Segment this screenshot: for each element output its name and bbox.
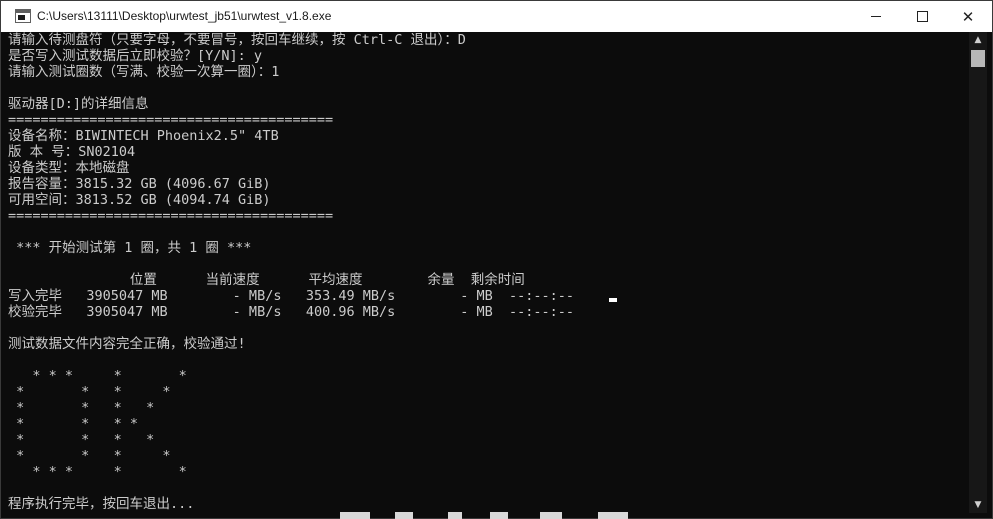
console-line: * * * * xyxy=(8,448,171,464)
title-bar[interactable]: C:\Users\13111\Desktop\urwtest_jb51\urwt… xyxy=(1,1,992,32)
console-line: 写入完毕 3905047 MB - MB/s 353.49 MB/s - MB … xyxy=(8,288,575,304)
scroll-thumb[interactable] xyxy=(971,50,985,67)
text-cursor xyxy=(609,298,617,302)
maximize-button[interactable] xyxy=(899,1,945,32)
scroll-up-arrow-icon[interactable]: ▲ xyxy=(969,32,987,48)
console-line: 可用空间：3813.52 GB (4094.74 GiB) xyxy=(8,192,271,208)
console-line: 版 本 号：SN02104 xyxy=(8,144,136,160)
console-line: 请输入测试圈数（写满、校验一次算一圈）：1 xyxy=(8,64,280,80)
window-title: C:\Users\13111\Desktop\urwtest_jb51\urwt… xyxy=(37,9,332,23)
maximize-icon xyxy=(916,11,928,22)
console-line: * * * * * xyxy=(8,368,187,384)
minimize-icon xyxy=(871,16,881,17)
console-line: 设备名称：BIWINTECH Phoenix2.5" 4TB xyxy=(8,128,279,144)
console-line: *** 开始测试第 1 圈，共 1 圈 *** xyxy=(8,240,252,256)
console-line: 校验完毕 3905047 MB - MB/s 400.96 MB/s - MB … xyxy=(8,304,575,320)
console-line: 设备类型：本地磁盘 xyxy=(8,160,130,176)
minimize-button[interactable] xyxy=(853,1,899,32)
console-line: * * * * xyxy=(8,432,155,448)
scroll-down-arrow-icon[interactable]: ▼ xyxy=(969,497,987,513)
background-window-edge xyxy=(340,512,640,519)
console-line: 位置 当前速度 平均速度 余量 剩余时间 xyxy=(8,272,525,288)
close-button[interactable]: ✕ xyxy=(945,1,991,32)
console-app-icon xyxy=(15,9,31,23)
console-line: * * * * xyxy=(8,400,155,416)
console-line: ======================================== xyxy=(8,112,334,128)
console-line: 驱动器[D:]的详细信息 xyxy=(8,96,149,112)
console-line: * * * * xyxy=(8,384,171,400)
console-line: 报告容量：3815.32 GB (4096.67 GiB) xyxy=(8,176,271,192)
console-line: ======================================== xyxy=(8,208,334,224)
console-line: 程序执行完毕，按回车退出... xyxy=(8,496,195,512)
console-line: * * * * xyxy=(8,416,139,432)
console-line: * * * * * xyxy=(8,464,187,480)
vertical-scrollbar[interactable]: ▲ ▼ xyxy=(969,32,987,513)
console-output[interactable]: 请输入待测盘符（只要字母，不要冒号，按回车继续，按 Ctrl-C 退出）：D 是… xyxy=(1,32,968,513)
console-line: 测试数据文件内容完全正确，校验通过! xyxy=(8,336,246,352)
console-window: C:\Users\13111\Desktop\urwtest_jb51\urwt… xyxy=(0,0,993,519)
console-line: 是否写入测试数据后立即校验？[Y/N]: y xyxy=(8,48,263,64)
console-line: 请输入待测盘符（只要字母，不要冒号，按回车继续，按 Ctrl-C 退出）：D xyxy=(8,32,466,48)
